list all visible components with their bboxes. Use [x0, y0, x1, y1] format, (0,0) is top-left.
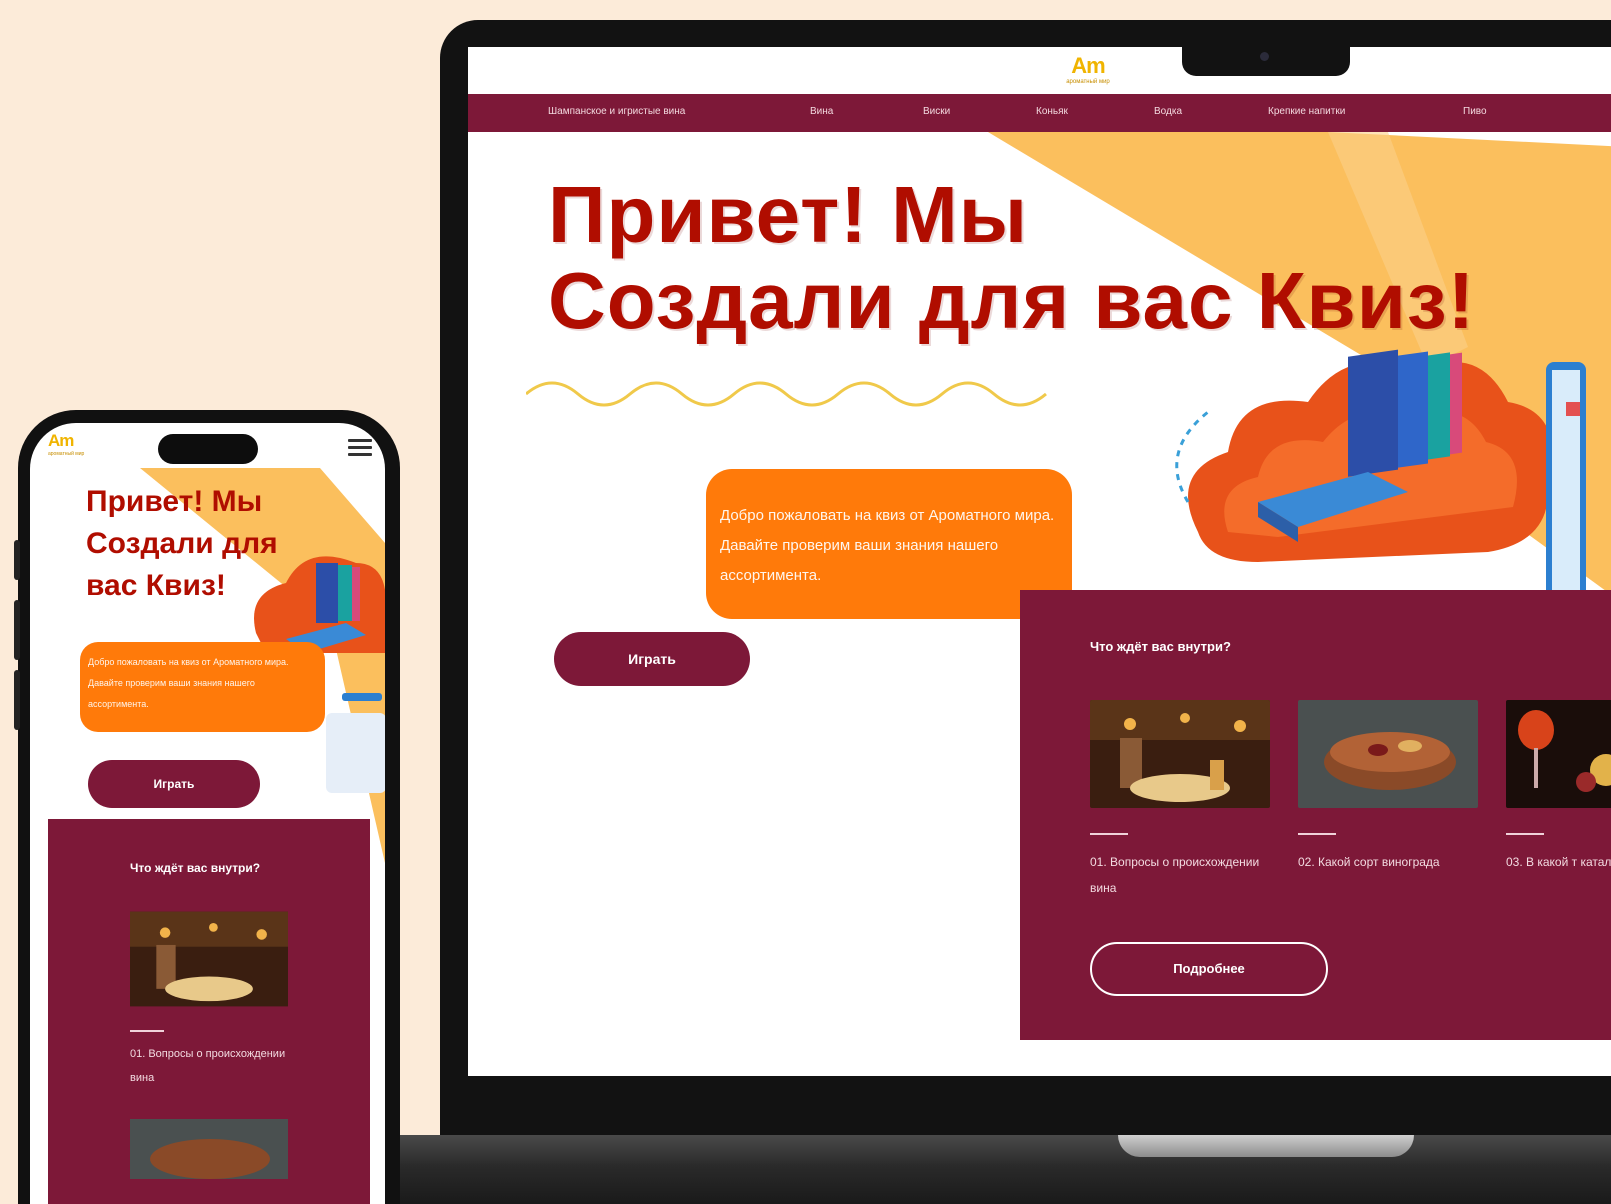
card-caption: 01. Вопросы о происхождении вина	[1090, 855, 1260, 895]
phone-screen: Am ароматный мир Привет! Мы Создали для …	[30, 423, 385, 1204]
card-divider	[1090, 833, 1128, 835]
logo-mark: Am	[1071, 53, 1105, 78]
hero-title-line1: Привет! Мы	[86, 485, 263, 518]
hero-title-line2: Создали для	[86, 527, 278, 560]
card-photo	[1298, 700, 1478, 808]
site-logo[interactable]: Am ароматный мир	[48, 431, 84, 457]
laptop-base	[380, 1135, 1611, 1204]
card-photo	[130, 1119, 288, 1179]
card-photo	[1506, 700, 1611, 808]
logo-tagline: ароматный мир	[1066, 79, 1110, 85]
nav-item-wine[interactable]: Вина	[810, 106, 833, 117]
laptop-camera-notch	[1182, 42, 1350, 76]
dynamic-island	[158, 434, 258, 464]
laptop-trackpad-notch	[1118, 1135, 1414, 1157]
hero-title-line2: Создали для вас Квиз!	[548, 256, 1476, 345]
nav-item-whisky[interactable]: Виски	[923, 106, 950, 117]
inside-panel: Что ждёт вас внутри? 01. Вопросы о проис…	[1020, 590, 1611, 1040]
inside-panel: Что ждёт вас внутри? 01. Вопросы о проис…	[48, 819, 370, 1204]
card-caption: 03. В какой т каталоге был вино	[1506, 855, 1611, 869]
hero-title: Привет! Мы Создали для вас Квиз!	[86, 481, 278, 607]
card-caption: 02. Какой сорт винограда	[1298, 855, 1440, 869]
card-divider	[1298, 833, 1336, 835]
card-photo	[1090, 700, 1270, 808]
nav-item-beer[interactable]: Пиво	[1463, 106, 1487, 117]
phone-side-button	[14, 540, 20, 580]
card-item[interactable]: 03. В какой т каталоге был вино	[1506, 700, 1611, 875]
card-divider	[130, 1030, 164, 1032]
phone-side-button	[14, 670, 20, 730]
card-divider	[1506, 833, 1544, 835]
intro-box: Добро пожаловать на квиз от Ароматного м…	[80, 642, 325, 732]
logo-tagline: ароматный мир	[48, 451, 85, 457]
nav-item-vodka[interactable]: Водка	[1154, 106, 1182, 117]
nav-item-spirits[interactable]: Крепкие напитки	[1268, 106, 1345, 117]
nav-item-champagne[interactable]: Шампанское и игристые вина	[548, 106, 685, 117]
laptop-screen: Am ароматный мир Шампанское и игристые в…	[468, 47, 1611, 1076]
hamburger-menu-icon[interactable]	[348, 439, 372, 459]
play-button[interactable]: Играть	[88, 760, 260, 808]
inside-title: Что ждёт вас внутри?	[130, 861, 261, 875]
hero-title-line1: Привет! Мы	[548, 170, 1029, 259]
nav-item-cognac[interactable]: Коньяк	[1036, 106, 1068, 117]
inside-title: Что ждёт вас внутри?	[1090, 639, 1231, 654]
play-button[interactable]: Играть	[554, 632, 750, 686]
cloud-books-illustration	[1175, 349, 1586, 612]
phone-side-button	[14, 600, 20, 660]
logo-mark: Am	[48, 431, 74, 450]
site-logo[interactable]: Am ароматный мир	[1058, 53, 1118, 85]
card-item[interactable]: 01. Вопросы о происхождении вина	[1090, 700, 1270, 901]
hero-title-line3: вас Квиз!	[86, 569, 226, 602]
more-button[interactable]: Подробнее	[1090, 942, 1328, 996]
wave-decoration	[526, 381, 1047, 407]
main-nav: Шампанское и игристые вина Вина Виски Ко…	[468, 94, 1611, 132]
camera-icon	[1260, 52, 1269, 61]
card-photo	[130, 911, 288, 1007]
card-item[interactable]: 02. Какой сорт винограда	[1298, 700, 1478, 875]
card-caption: 01. Вопросы о происхождении вина	[130, 1048, 286, 1084]
intro-box: Добро пожаловать на квиз от Ароматного м…	[706, 469, 1072, 619]
card-item[interactable]: 01. Вопросы о происхождении вина	[130, 911, 310, 1090]
hero-title: Привет! Мы Создали для вас Квиз!	[548, 172, 1475, 344]
